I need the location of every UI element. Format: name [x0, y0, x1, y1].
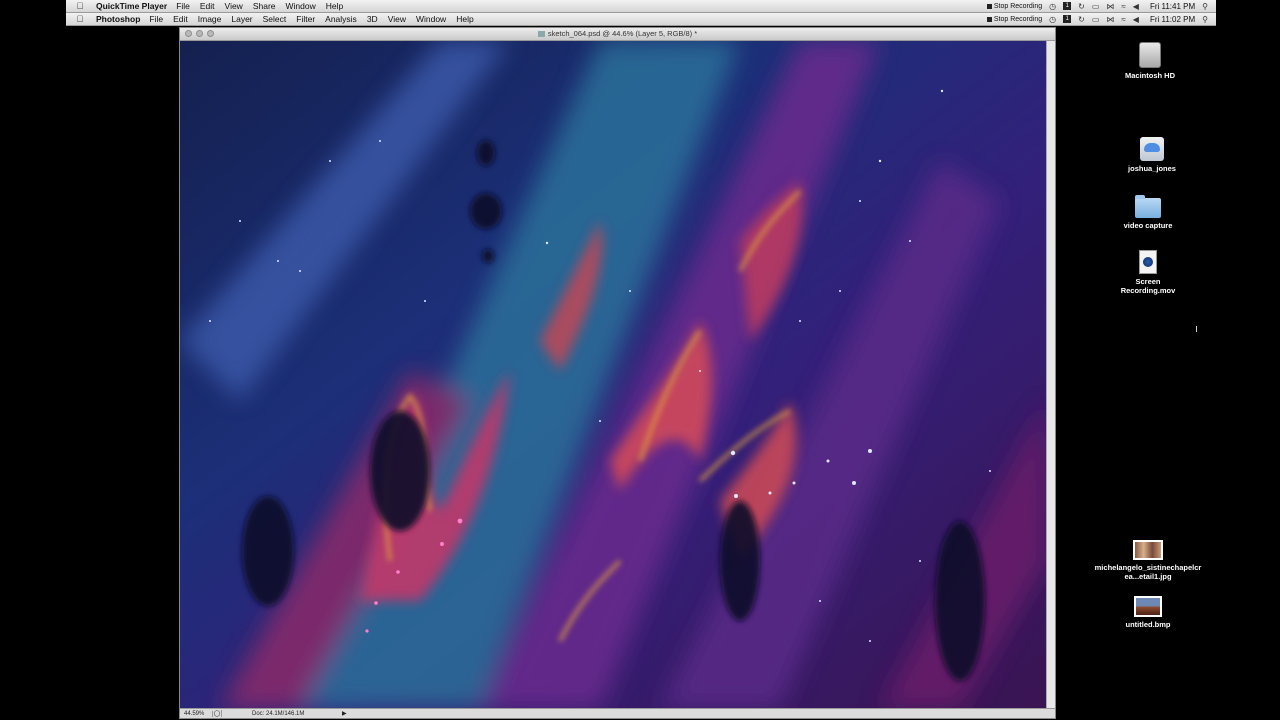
menu-edit[interactable]: Edit	[200, 1, 215, 11]
spotlight-search-icon[interactable]: ⚲	[1202, 15, 1208, 24]
desktop-item-michelangelo-jpg[interactable]: michelangelo_sistinechapelcrea...etail1.…	[1094, 540, 1202, 581]
desktop-item-label: Screen Recording.mov	[1120, 277, 1176, 295]
stop-recording-label: Stop Recording	[993, 2, 1043, 10]
bluetooth-icon[interactable]: ⋈	[1106, 2, 1114, 11]
menu-window[interactable]: Window	[416, 14, 446, 24]
desktop-item-screen-recording[interactable]: Screen Recording.mov	[1108, 250, 1188, 295]
display-icon[interactable]: ▭	[1092, 15, 1100, 24]
menu-analysis[interactable]: Analysis	[325, 14, 357, 24]
menubar-clock[interactable]: Fri 11:02 PM	[1150, 15, 1195, 24]
hard-drive-icon	[1139, 42, 1161, 68]
quicktime-menubar:  QuickTime Player File Edit View Share …	[66, 0, 1216, 13]
photoshop-menubar:  Photoshop File Edit Image Layer Select…	[66, 13, 1216, 26]
display-icon[interactable]: ▭	[1092, 2, 1100, 11]
close-window-button[interactable]	[185, 30, 192, 37]
nebula-painting	[180, 41, 1047, 709]
volume-icon[interactable]: ◀	[1133, 15, 1139, 24]
zoom-level-field[interactable]: 44.59%	[180, 710, 213, 717]
wifi-icon[interactable]: ≈	[1121, 2, 1125, 11]
desktop-item-macintosh-hd[interactable]: Macintosh HD	[1110, 42, 1190, 80]
menubar-extras: Stop Recording ◷ 1 ↻ ▭ ⋈ ≈ ◀ Fri 11:02 P…	[986, 15, 1216, 24]
document-title-text: sketch_064.psd @ 44.6% (Layer 5, RGB/8) …	[547, 29, 698, 38]
window-titlebar[interactable]: sketch_064.psd @ 44.6% (Layer 5, RGB/8) …	[180, 28, 1055, 41]
menu-share[interactable]: Share	[253, 1, 276, 11]
sync-icon[interactable]: ↻	[1078, 15, 1085, 24]
desktop-item-label: michelangelo_sistinechapelcrea...etail1.…	[1094, 563, 1202, 581]
menu-view[interactable]: View	[388, 14, 406, 24]
doc-size-info: Doc: 24.1M/146.1M	[252, 710, 305, 717]
bluetooth-icon[interactable]: ⋈	[1106, 15, 1114, 24]
menubar-clock[interactable]: Fri 11:41 PM	[1150, 2, 1195, 11]
zoom-window-button[interactable]	[207, 30, 214, 37]
stop-recording-button[interactable]: Stop Recording	[986, 2, 1043, 10]
menu-select[interactable]: Select	[263, 14, 287, 24]
time-machine-icon[interactable]: ◷	[1049, 15, 1056, 24]
stop-recording-button[interactable]: Stop Recording	[986, 15, 1043, 23]
document-statusbar: 44.59% ◯ Doc: 24.1M/146.1M ▶	[180, 708, 1055, 718]
stop-recording-label: Stop Recording	[993, 15, 1043, 23]
stop-icon	[986, 16, 992, 22]
menu-3d[interactable]: 3D	[367, 14, 378, 24]
desktop-item-label: joshua_jones	[1128, 164, 1176, 173]
window-controls	[185, 30, 214, 37]
menubar-extras: Stop Recording ◷ 1 ↻ ▭ ⋈ ≈ ◀ Fri 11:41 P…	[986, 2, 1216, 11]
desktop-item-video-capture[interactable]: video capture	[1108, 195, 1188, 230]
menu-window[interactable]: Window	[286, 1, 316, 11]
menu-help[interactable]: Help	[456, 14, 473, 24]
bmp-image-icon	[1134, 596, 1162, 617]
menu-view[interactable]: View	[225, 1, 243, 11]
document-title: sketch_064.psd @ 44.6% (Layer 5, RGB/8) …	[537, 28, 698, 40]
minimize-window-button[interactable]	[196, 30, 203, 37]
document-icon	[537, 31, 545, 37]
user-home-icon	[1140, 137, 1164, 161]
menu-edit[interactable]: Edit	[173, 14, 188, 24]
menu-help[interactable]: Help	[326, 1, 343, 11]
status-info-icon[interactable]: ◯	[213, 710, 222, 717]
text-cursor-icon	[1196, 326, 1197, 332]
apple-menu-icon[interactable]: 	[74, 14, 86, 24]
time-machine-icon[interactable]: ◷	[1049, 2, 1056, 11]
apple-menu-icon[interactable]: 	[74, 1, 86, 11]
desktop-item-label: untitled.bmp	[1125, 620, 1171, 629]
folder-icon	[1135, 195, 1161, 218]
spotlight-search-icon[interactable]: ⚲	[1202, 2, 1208, 11]
jpg-image-icon	[1133, 540, 1163, 560]
menu-filter[interactable]: Filter	[296, 14, 315, 24]
desktop-item-untitled-bmp[interactable]: untitled.bmp	[1108, 596, 1188, 629]
menu-file[interactable]: File	[176, 1, 190, 11]
stop-icon	[986, 3, 992, 9]
app-menu-quicktime[interactable]: QuickTime Player	[96, 1, 167, 11]
volume-icon[interactable]: ◀	[1133, 2, 1139, 11]
menu-layer[interactable]: Layer	[231, 14, 252, 24]
document-window: sketch_064.psd @ 44.6% (Layer 5, RGB/8) …	[179, 27, 1056, 719]
status-badge[interactable]: 1	[1063, 2, 1072, 10]
app-menu-photoshop[interactable]: Photoshop	[96, 14, 140, 24]
menu-image[interactable]: Image	[198, 14, 222, 24]
movie-file-icon	[1139, 250, 1157, 274]
desktop-item-joshua-jones[interactable]: joshua_jones	[1112, 137, 1192, 173]
desktop-item-label: Macintosh HD	[1124, 71, 1175, 80]
painting-canvas[interactable]	[180, 41, 1047, 709]
menu-file[interactable]: File	[149, 14, 163, 24]
status-badge[interactable]: 1	[1063, 15, 1072, 23]
desktop-item-label: video capture	[1123, 221, 1173, 230]
vertical-scrollbar[interactable]	[1046, 41, 1055, 709]
status-menu-arrow-icon[interactable]: ▶	[342, 710, 347, 717]
sync-icon[interactable]: ↻	[1078, 2, 1085, 11]
wifi-icon[interactable]: ≈	[1121, 15, 1125, 24]
